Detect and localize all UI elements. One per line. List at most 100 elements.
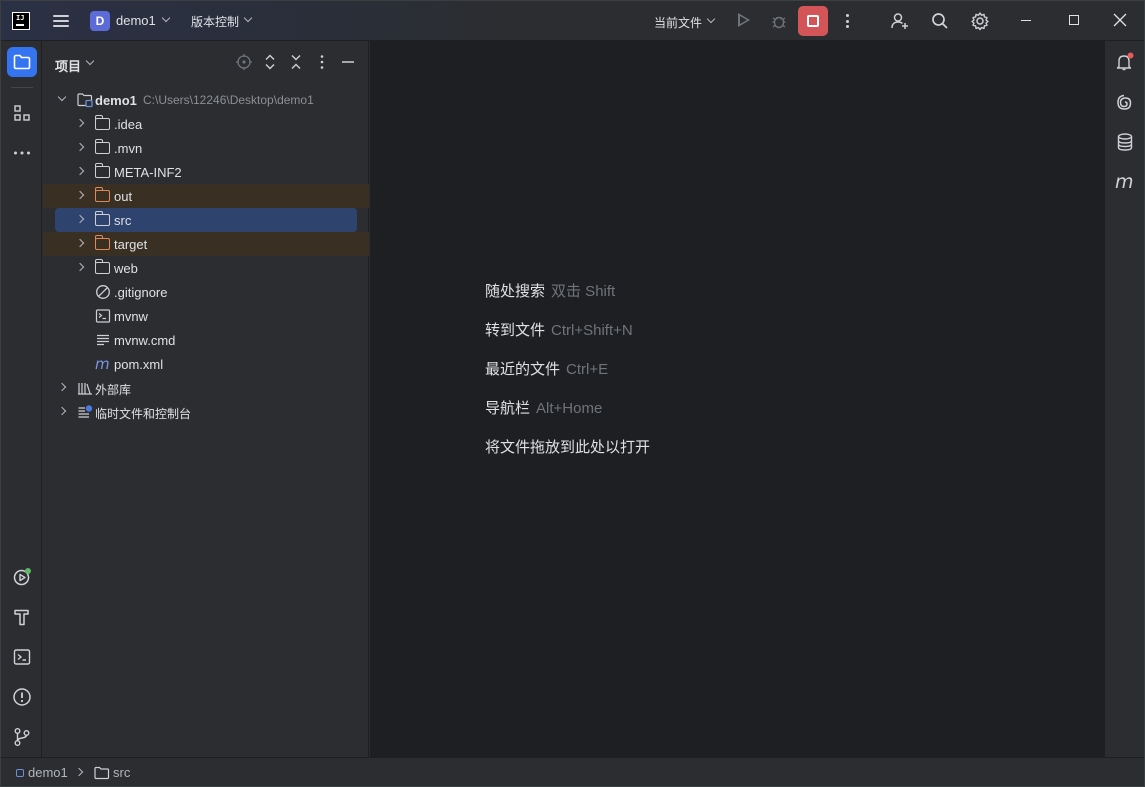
git-tool-button[interactable] — [7, 722, 37, 752]
folder-icon — [94, 259, 111, 276]
chevron-right-icon[interactable] — [75, 238, 85, 248]
breadcrumb-separator-icon — [74, 767, 84, 777]
shell-script-icon — [95, 309, 111, 323]
editor-empty-area[interactable]: 随处搜索 双击 Shift 转到文件 Ctrl+Shift+N 最近的文件 Ctrl+… — [370, 41, 1104, 757]
folder-icon — [94, 766, 110, 783]
hint-recent-files: 最近的文件 Ctrl+E — [485, 358, 608, 379]
expand-all-icon[interactable] — [261, 53, 279, 71]
more-actions-icon[interactable] — [844, 12, 850, 30]
tree-item-meta-inf2[interactable]: META-INF2 — [43, 160, 369, 184]
close-icon[interactable] — [1113, 13, 1127, 27]
tree-item-mvn[interactable]: .mvn — [43, 136, 369, 160]
add-user-icon[interactable] — [890, 11, 910, 31]
chevron-right-icon[interactable] — [75, 142, 85, 152]
debug-icon[interactable] — [770, 12, 788, 30]
tree-item-external-libraries[interactable]: 外部库 — [43, 376, 369, 400]
tree-item-label: META-INF2 — [114, 165, 182, 180]
text-file-icon — [97, 334, 109, 346]
scratches-icon — [78, 405, 93, 418]
chevron-right-icon[interactable] — [75, 190, 85, 200]
tree-item-web[interactable]: web — [43, 256, 369, 280]
maven-button[interactable]: m — [1114, 171, 1136, 193]
tree-item-gitignore[interactable]: .gitignore — [43, 280, 369, 304]
terminal-icon — [13, 649, 31, 665]
excluded-folder-icon — [94, 187, 111, 204]
chevron-right-icon[interactable] — [75, 166, 85, 176]
hint-shortcut: Ctrl+Shift+N — [551, 322, 633, 339]
problems-tool-button[interactable] — [7, 682, 37, 712]
search-icon[interactable] — [930, 11, 950, 31]
tree-item-label: .idea — [114, 117, 143, 132]
tree-item-label: 临时文件和控制台 — [95, 407, 192, 421]
build-tool-button[interactable] — [7, 602, 37, 632]
vcs-menu[interactable]: 版本控制 — [191, 13, 239, 30]
hint-action: 最近的文件 — [485, 361, 561, 378]
breadcrumb-folder[interactable]: src — [113, 765, 130, 780]
tree-item-src[interactable]: src — [43, 208, 369, 232]
settings-gear-icon[interactable] — [970, 11, 990, 31]
excluded-folder-icon — [94, 235, 111, 252]
chevron-right-icon[interactable] — [57, 406, 67, 416]
project-name[interactable]: demo1 — [116, 13, 156, 28]
intellij-logo-icon[interactable]: IJ — [12, 12, 30, 30]
tree-item-pom[interactable]: m pom.xml — [43, 352, 369, 376]
notifications-button[interactable] — [1114, 51, 1136, 73]
run-icon[interactable] — [738, 13, 750, 27]
more-tools-button[interactable] — [7, 138, 37, 168]
tree-item-idea[interactable]: .idea — [43, 112, 369, 136]
chevron-down-icon[interactable] — [243, 13, 253, 23]
project-badge[interactable]: D — [90, 11, 110, 31]
hint-search-everywhere: 随处搜索 双击 Shift — [485, 280, 615, 301]
chevron-right-icon[interactable] — [75, 118, 85, 128]
tree-item-mvnw[interactable]: mvnw — [43, 304, 369, 328]
folder-icon — [13, 54, 31, 70]
project-panel: 项目 demo1 C:\Users\12246\Desktop\demo1 .i… — [43, 41, 369, 757]
svg-text:m: m — [95, 356, 110, 372]
git-branch-icon — [14, 728, 30, 746]
tree-item-mvnw-cmd[interactable]: mvnw.cmd — [43, 328, 369, 352]
breadcrumb-module[interactable]: demo1 — [28, 765, 68, 780]
structure-tool-button[interactable] — [7, 98, 37, 128]
chevron-down-icon[interactable] — [706, 14, 716, 24]
folder-icon — [94, 115, 111, 132]
chevron-down-icon[interactable] — [57, 92, 67, 102]
database-icon — [1117, 133, 1133, 151]
maximize-icon[interactable] — [1069, 15, 1079, 25]
collapse-all-icon[interactable] — [287, 53, 305, 71]
chevron-right-icon[interactable] — [57, 382, 67, 392]
chevron-right-icon[interactable] — [75, 262, 85, 272]
chevron-down-icon[interactable] — [85, 56, 95, 66]
stop-button[interactable] — [798, 6, 828, 36]
left-tool-stripe — [1, 41, 42, 757]
tree-item-out[interactable]: out — [43, 184, 369, 208]
tree-item-scratches[interactable]: 临时文件和控制台 — [43, 400, 369, 424]
hint-action: 导航栏 — [485, 400, 531, 417]
hammer-icon — [14, 609, 29, 626]
tree-item-label: .mvn — [114, 141, 143, 156]
project-root-path: C:\Users\12246\Desktop\demo1 — [143, 93, 314, 107]
tree-root[interactable]: demo1 C:\Users\12246\Desktop\demo1 — [43, 88, 369, 112]
maven-icon: m — [95, 356, 110, 372]
minimize-icon[interactable] — [1021, 20, 1031, 21]
main-menu-icon[interactable] — [53, 13, 69, 29]
ai-assistant-button[interactable] — [1114, 91, 1136, 113]
tree-item-target[interactable]: target — [43, 232, 369, 256]
terminal-tool-button[interactable] — [7, 642, 37, 672]
tree-item-label: 外部库 — [95, 383, 132, 397]
options-icon[interactable] — [313, 53, 331, 71]
hide-panel-icon[interactable] — [339, 53, 357, 71]
project-tool-button[interactable] — [7, 47, 37, 77]
run-config-selector[interactable]: 当前文件 — [654, 14, 702, 31]
database-button[interactable] — [1114, 131, 1136, 153]
svg-text:m: m — [1115, 172, 1134, 192]
tree-item-label: mvnw.cmd — [114, 333, 176, 348]
chevron-down-icon[interactable] — [161, 13, 171, 23]
services-icon — [13, 568, 31, 586]
services-tool-button[interactable] — [7, 562, 37, 592]
spiral-icon — [1117, 94, 1132, 110]
locate-icon[interactable] — [235, 53, 253, 71]
tree-item-label: web — [114, 261, 138, 276]
tree-item-label: src — [114, 213, 132, 228]
panel-title[interactable]: 项目 — [55, 56, 81, 75]
structure-icon — [14, 105, 30, 121]
